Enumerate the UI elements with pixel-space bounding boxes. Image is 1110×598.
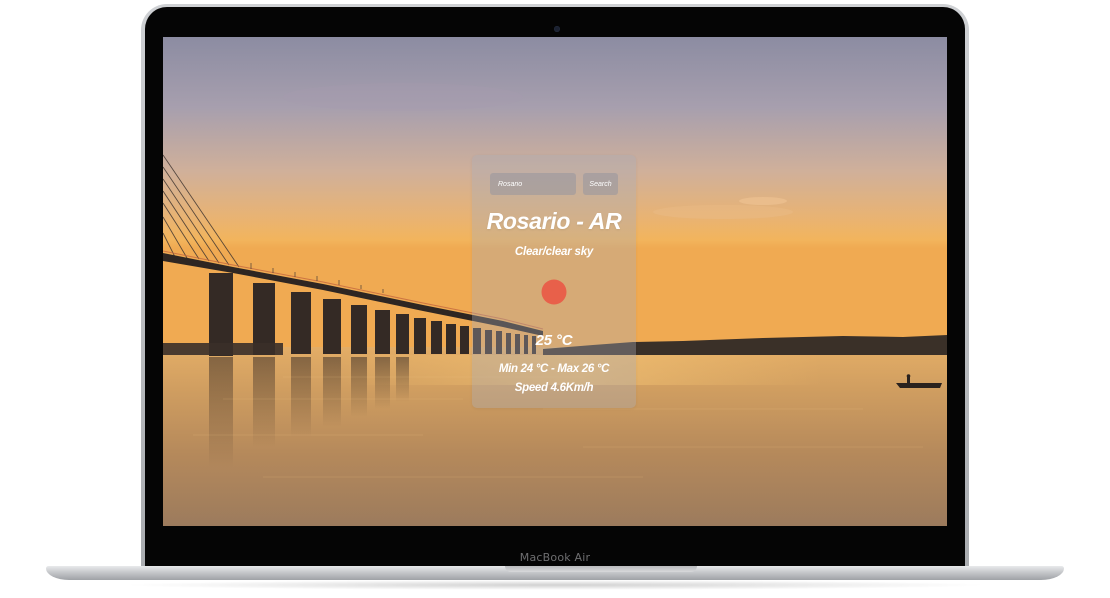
search-button[interactable]: Search: [583, 173, 618, 195]
laptop-lid-notch: [505, 566, 697, 572]
laptop-mockup: MacBook Air Rosario Search Rosario - AR …: [0, 0, 1110, 598]
device-brand-label: MacBook Air: [519, 551, 591, 564]
search-bar: Search: [490, 173, 620, 195]
wind-speed: Speed 4.6Km/h: [514, 382, 594, 394]
camera-icon: [554, 26, 560, 32]
weather-card: Search Rosario - AR Clear/clear sky 25 °…: [472, 155, 636, 408]
app-screen: Search Rosario - AR Clear/clear sky 25 °…: [163, 37, 947, 526]
min-max-temperature: Min 24 °C - Max 26 °C: [498, 363, 610, 375]
weather-description: Clear/clear sky: [514, 246, 594, 258]
laptop-base: [46, 566, 1064, 580]
clear-sky-sun-icon: [541, 279, 567, 305]
laptop-shadow: [120, 580, 990, 590]
city-search-input[interactable]: [490, 173, 576, 195]
temperature-value: 25 °C: [535, 332, 573, 349]
location-title: Rosario - AR: [486, 208, 622, 234]
